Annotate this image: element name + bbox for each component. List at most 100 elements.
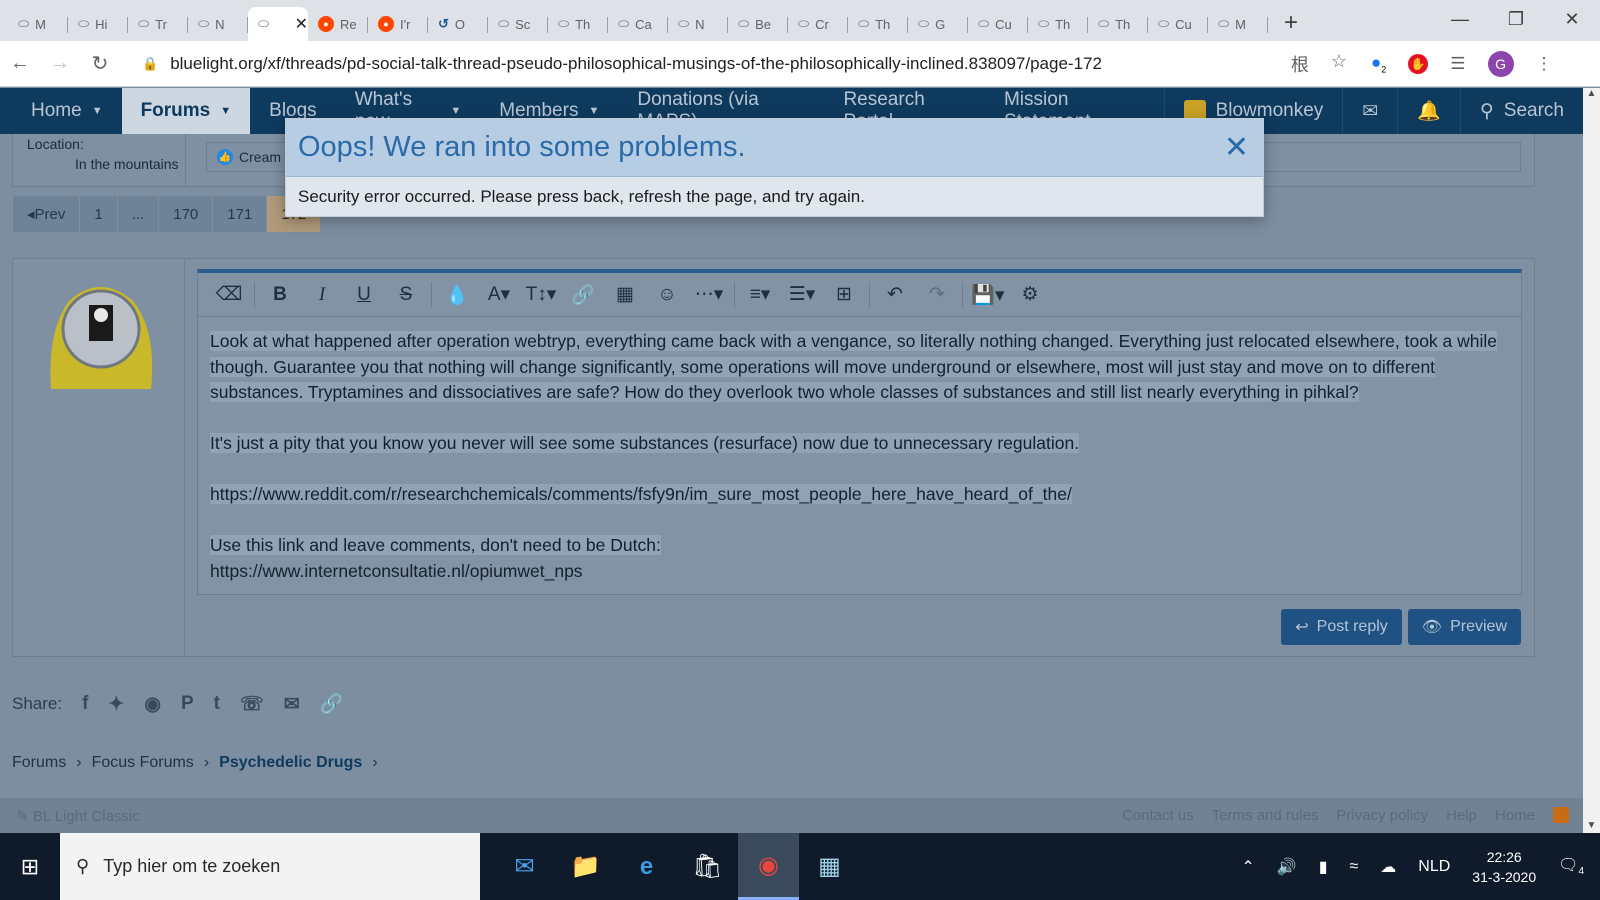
browser-tab[interactable]: ⬭ Th [848,7,908,41]
profile-avatar[interactable]: G [1487,50,1514,77]
pager-prev[interactable]: ◂ Prev [13,196,81,232]
tumblr-icon[interactable]: t [214,693,220,715]
breadcrumb-item[interactable]: Focus Forums [92,754,194,772]
bookmark-star-icon[interactable]: ☆ [1331,51,1347,77]
browser-tab[interactable]: ⬭ M [8,7,68,41]
search-nav[interactable]: ⚲ Search [1459,88,1583,134]
browser-tab[interactable]: ⬭ Be [728,7,788,41]
breadcrumb-item[interactable]: Psychedelic Drugs [219,754,362,772]
pager-page[interactable]: 170 [159,196,214,232]
cloud-icon[interactable]: ☁ [1380,857,1396,877]
mail-app-icon[interactable]: ✉ [494,833,555,900]
browser-tab[interactable]: ⬭ Th [1028,7,1088,41]
footer-link[interactable]: Terms and rules [1212,807,1319,824]
edge-icon[interactable]: e [616,833,677,900]
font-family-icon[interactable]: A▾ [478,283,520,306]
adblock-icon[interactable]: ✋ [1408,53,1429,74]
file-explorer-icon[interactable]: 📁 [555,833,616,900]
link-share-icon[interactable]: 🔗 [320,692,344,716]
language-indicator[interactable]: NLD [1418,858,1450,876]
lock-icon[interactable]: 🔒 [142,56,158,72]
minimize-icon[interactable]: — [1432,0,1488,38]
media-control-icon[interactable]: ☰ [1450,54,1465,74]
browser-tab[interactable]: ⬭ Sc [488,7,548,41]
underline-icon[interactable]: U [343,284,385,306]
chrome-icon[interactable]: ◉ [738,833,799,900]
align-icon[interactable]: ≡▾ [739,283,781,306]
rss-icon[interactable] [1553,807,1569,823]
clock[interactable]: 22:26 31-3-2020 [1472,847,1536,887]
bell-icon[interactable]: 🔔 [1397,88,1460,134]
browser-tab[interactable]: ⬭ M [1208,7,1268,41]
volume-icon[interactable]: 🔊 [1277,857,1297,877]
redo-icon[interactable]: ↷ [916,283,958,306]
browser-tab[interactable]: ● I'r [368,7,428,41]
link-icon[interactable]: 🔗 [562,283,604,307]
list-icon[interactable]: ☰▾ [781,283,823,306]
browser-tab[interactable]: ⬭ Cr [788,7,848,41]
pinterest-icon[interactable]: P [181,693,194,715]
footer-link[interactable]: Privacy policy [1336,807,1428,824]
font-size-icon[interactable]: T↕▾ [520,283,562,306]
browser-tab[interactable]: ⬭ Cu [1148,7,1208,41]
browser-tab[interactable]: ⬭ G [908,7,968,41]
notifications-icon[interactable]: 🗨4 [1558,855,1584,877]
chevron-down-icon[interactable]: ▼ [220,105,231,117]
pager-page[interactable]: 1 [80,196,118,232]
wifi-icon[interactable]: ≈ [1350,858,1359,876]
facebook-icon[interactable]: f [82,693,88,715]
store-icon[interactable]: 🛍 [677,833,738,900]
forward-icon[interactable]: → [40,52,80,75]
chevron-down-icon[interactable]: ▼ [92,105,103,117]
breadcrumb-item[interactable]: Forums [12,754,66,772]
twitter-icon[interactable]: ✦ [108,693,124,716]
editor-content[interactable]: Look at what happened after operation we… [198,317,1521,596]
notes-app-icon[interactable]: ▦ [799,833,860,900]
avatar[interactable] [41,271,159,389]
footer-link[interactable]: Home [1495,807,1535,824]
taskbar-search[interactable]: ⚲ Typ hier om te zoeken [60,833,480,900]
close-tab-icon[interactable]: ✕ [295,14,308,34]
eraser-icon[interactable]: ⌫ [208,283,250,306]
post-reply-button[interactable]: ↩ Post reply [1281,609,1402,645]
restore-icon[interactable]: ❐ [1488,0,1544,38]
undo-icon[interactable]: ↶ [874,283,916,306]
italic-icon[interactable]: I [301,284,343,306]
like-icon[interactable]: 👍 [217,149,233,165]
preview-button[interactable]: 👁 Preview [1407,609,1521,645]
message-editor[interactable]: ⌫ B I U S 💧 A▾ T↕▾ 🔗 ▦ ☺ ⋯▾ ≡▾ ☰▾ ⊞ ↶ ↷ … [197,269,1522,595]
page-scrollbar[interactable]: ▲ ▼ [1583,88,1600,833]
whatsapp-icon[interactable]: ☏ [240,693,264,716]
scroll-up-icon[interactable]: ▲ [1583,88,1600,99]
browser-tab[interactable]: ⬭ Ca [608,7,668,41]
browser-tab[interactable]: ⬭ N [668,7,728,41]
chevron-down-icon[interactable]: ▼ [450,105,461,117]
text-color-icon[interactable]: 💧 [436,283,478,307]
new-tab-icon[interactable]: + [1284,9,1298,37]
browser-tab[interactable]: ⬭ Th [1088,7,1148,41]
smiley-icon[interactable]: ☺ [646,284,688,306]
browser-tab[interactable]: ⬭ Tr [128,7,188,41]
strikethrough-icon[interactable]: S [385,284,427,306]
chevron-down-icon[interactable]: ▼ [588,105,599,117]
drafts-icon[interactable]: 💾▾ [967,283,1009,307]
browser-tab[interactable]: ⬭ Cu [968,7,1028,41]
nav-item[interactable]: Forums ▼ [121,88,251,134]
browser-tab[interactable]: ⬭ ✕ [248,7,308,41]
more-options-icon[interactable]: ⋯▾ [688,283,730,306]
back-icon[interactable]: ← [0,52,40,75]
browser-tab[interactable]: ⬭ Hi [68,7,128,41]
browser-tab[interactable]: ⬭ Th [548,7,608,41]
browser-tab[interactable]: ● Re [308,7,368,41]
extension-icon[interactable]: ●2 [1371,53,1386,74]
close-icon[interactable]: ✕ [1224,130,1249,165]
scroll-down-icon[interactable]: ▼ [1583,820,1600,831]
battery-icon[interactable]: ▮ [1319,857,1328,877]
pager-ellipsis[interactable]: ... [117,196,160,232]
nav-item[interactable]: Home ▼ [12,88,122,134]
image-icon[interactable]: ▦ [604,283,646,306]
translate-icon[interactable]: 根 [1291,51,1309,77]
address-bar[interactable]: 🔒 bluelight.org/xf/threads/pd-social-tal… [128,47,1353,81]
close-window-icon[interactable]: ✕ [1544,0,1600,38]
browser-tab[interactable]: ↺ O [428,7,488,41]
